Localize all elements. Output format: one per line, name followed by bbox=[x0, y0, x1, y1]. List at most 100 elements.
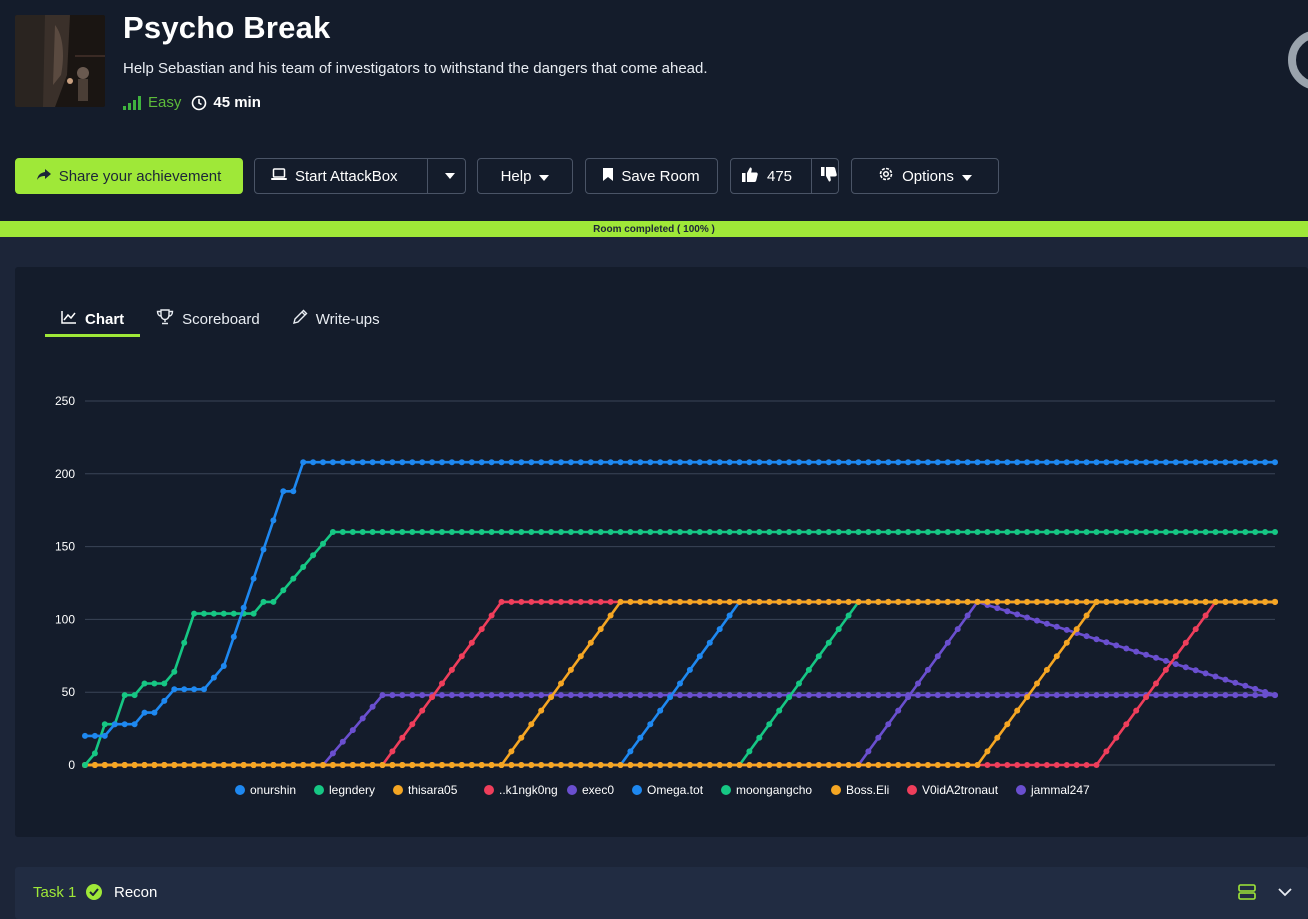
data-point bbox=[964, 598, 971, 605]
data-point bbox=[865, 762, 872, 768]
data-point bbox=[1162, 666, 1169, 673]
divider bbox=[427, 159, 428, 193]
data-point bbox=[91, 762, 98, 768]
data-point bbox=[984, 762, 991, 768]
data-point bbox=[498, 529, 505, 535]
upvote-button[interactable]: 475 bbox=[731, 159, 803, 193]
help-button[interactable]: Help bbox=[477, 158, 573, 194]
data-point bbox=[131, 762, 138, 768]
data-point bbox=[1073, 762, 1080, 768]
legend-item[interactable]: onurshin bbox=[235, 783, 296, 797]
legend-item[interactable]: ..k1ngk0ng bbox=[484, 783, 558, 797]
data-point bbox=[399, 692, 406, 699]
data-point bbox=[726, 459, 733, 466]
data-point bbox=[617, 598, 624, 605]
legend-item[interactable]: thisara05 bbox=[393, 783, 458, 797]
data-point bbox=[617, 762, 624, 768]
data-point bbox=[746, 692, 753, 699]
attackbox-dropdown-caret-icon[interactable] bbox=[435, 159, 465, 193]
data-point bbox=[1182, 692, 1189, 699]
data-point bbox=[607, 459, 614, 466]
legend-item[interactable]: exec0 bbox=[567, 783, 614, 797]
data-point bbox=[538, 692, 545, 699]
data-point bbox=[964, 529, 971, 535]
data-point bbox=[805, 692, 812, 699]
data-point bbox=[617, 459, 624, 466]
data-point bbox=[171, 762, 178, 768]
data-point bbox=[677, 680, 683, 687]
data-point bbox=[468, 762, 475, 768]
data-point bbox=[984, 692, 991, 699]
legend-item[interactable]: Omega.tot bbox=[632, 783, 704, 797]
data-point bbox=[567, 598, 574, 605]
data-point bbox=[1262, 598, 1269, 605]
data-point bbox=[558, 598, 564, 605]
legend-item[interactable]: legndery bbox=[314, 783, 375, 797]
data-point bbox=[399, 459, 406, 466]
task-card[interactable]: Task 1 Recon bbox=[15, 867, 1308, 919]
y-tick-label: 100 bbox=[55, 612, 75, 626]
data-point bbox=[1202, 459, 1209, 466]
data-point bbox=[528, 529, 535, 535]
data-point bbox=[1212, 673, 1219, 680]
data-point bbox=[825, 692, 832, 699]
data-point bbox=[756, 529, 763, 535]
data-point bbox=[448, 666, 455, 673]
data-point bbox=[1182, 598, 1189, 605]
data-point bbox=[905, 529, 912, 535]
data-point bbox=[1053, 459, 1060, 466]
task-title: Recon bbox=[114, 884, 158, 901]
data-point bbox=[746, 459, 753, 466]
save-room-button[interactable]: Save Room bbox=[585, 158, 718, 194]
data-point bbox=[875, 598, 882, 605]
data-point bbox=[825, 639, 832, 646]
legend-item[interactable]: Boss.Eli bbox=[831, 783, 889, 797]
data-point bbox=[825, 529, 832, 535]
data-point bbox=[627, 459, 634, 466]
data-point bbox=[111, 762, 118, 768]
share-achievement-button[interactable]: Share your achievement bbox=[15, 158, 243, 194]
data-point bbox=[776, 707, 783, 714]
data-point bbox=[320, 540, 326, 547]
legend-item[interactable]: V0idA2tronaut bbox=[907, 783, 999, 797]
data-point bbox=[419, 692, 426, 699]
data-point bbox=[627, 598, 634, 605]
data-point bbox=[885, 692, 892, 699]
data-point bbox=[1252, 692, 1259, 699]
data-point bbox=[250, 762, 257, 768]
data-point bbox=[1063, 529, 1070, 535]
data-point bbox=[270, 762, 277, 768]
legend-label: legndery bbox=[329, 783, 375, 797]
data-point bbox=[815, 692, 822, 699]
data-point bbox=[1123, 529, 1130, 535]
data-point bbox=[1034, 459, 1040, 466]
y-tick-label: 200 bbox=[55, 467, 75, 481]
data-point bbox=[409, 459, 416, 466]
data-point bbox=[944, 598, 951, 605]
chevron-down-icon[interactable] bbox=[1278, 884, 1292, 902]
data-point bbox=[210, 762, 217, 768]
start-attackbox-button[interactable]: Start AttackBox bbox=[254, 158, 466, 194]
data-point bbox=[974, 598, 981, 605]
data-point bbox=[776, 598, 783, 605]
data-point bbox=[448, 762, 455, 768]
data-point bbox=[468, 459, 475, 466]
downvote-button[interactable] bbox=[820, 159, 838, 193]
data-point bbox=[1123, 459, 1130, 466]
data-point bbox=[885, 529, 892, 535]
divider bbox=[811, 159, 812, 193]
data-point bbox=[845, 762, 852, 768]
data-point bbox=[1024, 762, 1031, 768]
series-omegatot bbox=[82, 598, 1278, 768]
data-point bbox=[944, 692, 951, 699]
options-button[interactable]: Options bbox=[851, 158, 999, 194]
data-point bbox=[637, 734, 644, 741]
legend-item[interactable]: moongangcho bbox=[721, 783, 812, 797]
data-point bbox=[567, 692, 574, 699]
data-point bbox=[558, 459, 564, 466]
data-point bbox=[1034, 529, 1040, 535]
server-icon[interactable] bbox=[1238, 884, 1256, 905]
data-point bbox=[587, 459, 594, 466]
legend-item[interactable]: jammal247 bbox=[1016, 783, 1090, 797]
bookmark-icon bbox=[603, 167, 614, 185]
